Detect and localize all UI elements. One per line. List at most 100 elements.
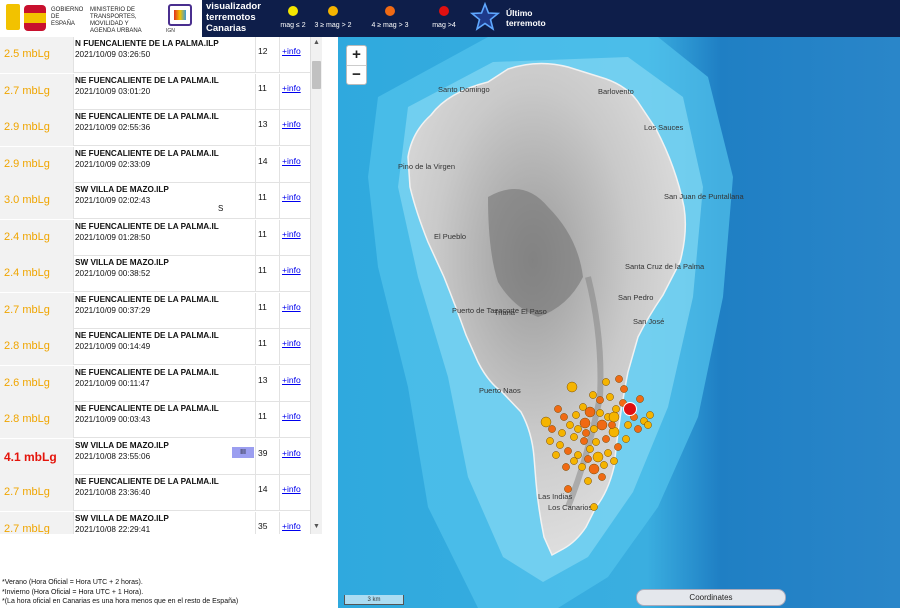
info-link[interactable]: +info xyxy=(282,265,301,275)
quake-marker[interactable] xyxy=(615,375,623,383)
column-divider xyxy=(279,365,280,402)
quake-row[interactable]: 2.8 mbLg NE FUENCALIENTE DE LA PALMA.IL 20… xyxy=(0,329,310,365)
location: NE FUENCALIENTE DE LA PALMA.IL xyxy=(75,112,219,121)
scroll-up-icon[interactable]: ▲ xyxy=(313,39,320,46)
quake-marker[interactable] xyxy=(570,433,578,441)
quake-row[interactable]: 3.0 mbLg SW VILLA DE MAZO.ILP 2021/10/09 0… xyxy=(0,183,310,219)
legend-item: mag >4 xyxy=(419,4,469,34)
quake-marker[interactable] xyxy=(584,477,592,485)
quake-row[interactable]: 2.5 mbLg N FUENCALIENTE DE LA PALMA.ILP 20… xyxy=(0,37,310,73)
location: SW VILLA DE MAZO.ILP xyxy=(75,258,169,267)
quake-row[interactable]: 2.8 mbLg NE FUENCALIENTE DE LA PALMA.IL 20… xyxy=(0,402,310,438)
quake-row[interactable]: 2.7 mbLg NE FUENCALIENTE DE LA PALMA.IL 20… xyxy=(0,73,310,110)
quake-marker[interactable] xyxy=(580,437,588,445)
quake-marker[interactable] xyxy=(634,425,642,433)
quake-marker[interactable] xyxy=(558,429,566,437)
latest-quake-marker[interactable] xyxy=(623,402,637,416)
quake-row[interactable]: 2.7 mbLg NE FUENCALIENTE DE LA PALMA.IL 20… xyxy=(0,292,310,329)
quake-marker[interactable] xyxy=(602,435,610,443)
quake-marker[interactable] xyxy=(608,421,616,429)
location: NE FUENCALIENTE DE LA PALMA.IL xyxy=(75,75,219,85)
quake-marker[interactable] xyxy=(614,443,622,451)
quake-marker[interactable] xyxy=(606,393,614,401)
quake-marker[interactable] xyxy=(604,449,612,457)
quake-marker[interactable] xyxy=(596,396,604,404)
info-link[interactable]: +info xyxy=(282,484,301,494)
info-link[interactable]: +info xyxy=(282,119,301,129)
quake-marker[interactable] xyxy=(548,425,556,433)
quake-marker[interactable] xyxy=(562,463,570,471)
scroll-down-icon[interactable]: ▼ xyxy=(313,523,320,530)
place-label: Triana xyxy=(494,308,516,317)
quake-row[interactable]: 2.6 mbLg NE FUENCALIENTE DE LA PALMA.IL 20… xyxy=(0,365,310,402)
quake-marker[interactable] xyxy=(572,411,580,419)
quake-row[interactable]: 2.4 mbLg NE FUENCALIENTE DE LA PALMA.IL 20… xyxy=(0,219,310,256)
quake-marker[interactable] xyxy=(592,451,604,463)
quake-marker[interactable] xyxy=(556,441,564,449)
quake-row[interactable]: 2.7 mbLg NE FUENCALIENTE DE LA PALMA.IL 20… xyxy=(0,475,310,511)
quake-marker[interactable] xyxy=(564,447,572,455)
quake-marker[interactable] xyxy=(620,385,628,393)
quake-marker[interactable] xyxy=(560,413,568,421)
quake-marker[interactable] xyxy=(579,417,591,429)
zoom-in-button[interactable]: + xyxy=(347,46,366,65)
list-scrollbar[interactable]: ▲ ▼ xyxy=(310,37,322,534)
quake-marker[interactable] xyxy=(546,437,554,445)
zoom-out-button[interactable]: − xyxy=(347,65,366,84)
quake-marker[interactable] xyxy=(589,391,597,399)
quake-marker[interactable] xyxy=(610,457,618,465)
quake-marker[interactable] xyxy=(600,461,608,469)
quake-marker[interactable] xyxy=(570,457,578,465)
quake-marker[interactable] xyxy=(564,485,572,493)
quake-row[interactable]: 2.9 mbLg NE FUENCALIENTE DE LA PALMA.IL 20… xyxy=(0,110,310,146)
quake-marker[interactable] xyxy=(588,463,600,475)
info-link[interactable]: +info xyxy=(282,192,301,202)
quake-marker[interactable] xyxy=(574,425,582,433)
quake-marker[interactable] xyxy=(622,435,630,443)
quake-marker[interactable] xyxy=(624,421,632,429)
quake-marker[interactable] xyxy=(586,445,594,453)
info-link[interactable]: +info xyxy=(282,411,301,421)
info-link[interactable]: +info xyxy=(282,83,301,93)
quake-row[interactable]: 2.4 mbLg SW VILLA DE MAZO.ILP 2021/10/09 0… xyxy=(0,256,310,292)
quake-marker[interactable] xyxy=(584,455,592,463)
quake-marker[interactable] xyxy=(566,421,574,429)
quake-row[interactable]: 4.1 mbLg SW VILLA DE MAZO.ILP 2021/10/08 2… xyxy=(0,438,310,475)
coordinates-button[interactable]: Coordinates xyxy=(636,589,786,606)
info-link[interactable]: +info xyxy=(282,448,301,458)
quake-marker[interactable] xyxy=(596,409,604,417)
quake-marker[interactable] xyxy=(608,411,620,423)
app-header: GOBIERNO DE ESPAÑA MINISTERIO DE TRANSPO… xyxy=(0,0,900,37)
quake-marker[interactable] xyxy=(596,419,608,431)
quake-marker[interactable] xyxy=(590,425,598,433)
quake-marker[interactable] xyxy=(582,429,590,437)
quake-marker[interactable] xyxy=(592,438,600,446)
info-link[interactable]: +info xyxy=(282,302,301,312)
quake-marker[interactable] xyxy=(554,405,562,413)
info-link[interactable]: +info xyxy=(282,156,301,166)
quake-row[interactable]: 2.9 mbLg NE FUENCALIENTE DE LA PALMA.IL 20… xyxy=(0,146,310,183)
scroll-thumb[interactable] xyxy=(312,61,321,89)
quake-marker[interactable] xyxy=(584,406,596,418)
info-link[interactable]: +info xyxy=(282,375,301,385)
quake-marker[interactable] xyxy=(646,411,654,419)
quake-marker[interactable] xyxy=(644,421,652,429)
info-link[interactable]: +info xyxy=(282,229,301,239)
quake-marker[interactable] xyxy=(552,451,560,459)
map-view[interactable]: Santo Domingo Barlovento Los Sauces Pino… xyxy=(338,37,900,608)
quake-marker[interactable] xyxy=(602,378,610,386)
info-link[interactable]: +info xyxy=(282,521,301,531)
quake-marker[interactable] xyxy=(540,416,552,428)
quake-marker[interactable] xyxy=(566,381,578,393)
quake-marker[interactable] xyxy=(578,463,586,471)
last-quake-button[interactable]: Último terremoto xyxy=(470,2,560,34)
quake-marker[interactable] xyxy=(612,405,620,413)
quake-marker[interactable] xyxy=(590,503,598,511)
quake-row[interactable]: 2.7 mbLg SW VILLA DE MAZO.ILP 2021/10/08 2… xyxy=(0,511,310,534)
info-link[interactable]: +info xyxy=(282,46,301,56)
place-label: San Pedro xyxy=(618,293,653,302)
quake-marker[interactable] xyxy=(598,473,606,481)
info-link[interactable]: +info xyxy=(282,338,301,348)
map-canvas[interactable]: Santo Domingo Barlovento Los Sauces Pino… xyxy=(338,37,900,608)
quake-marker[interactable] xyxy=(636,395,644,403)
